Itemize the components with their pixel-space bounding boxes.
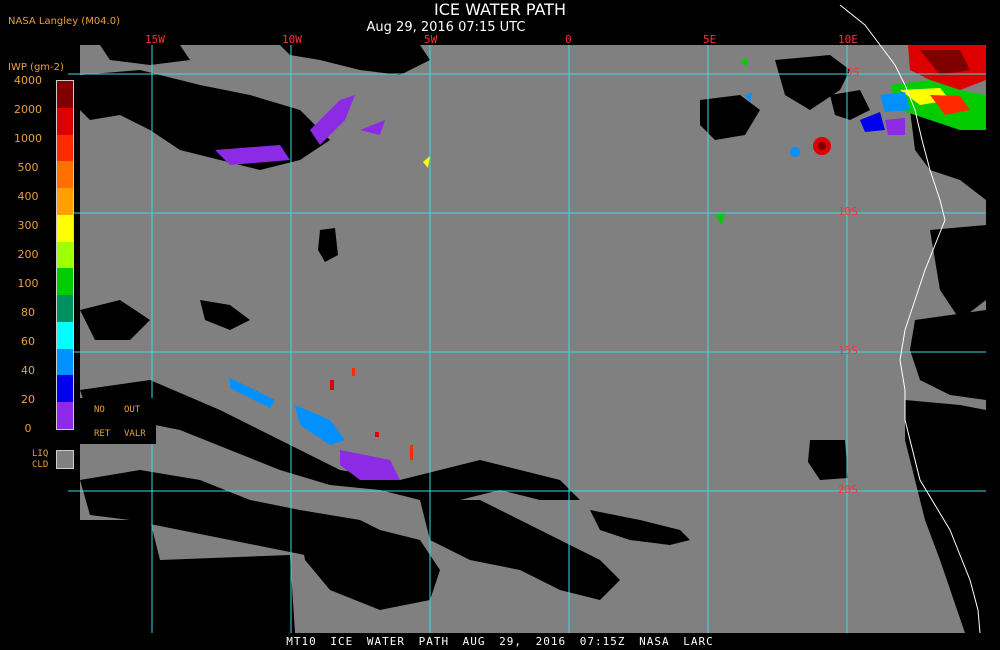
valr-label: VALR [124, 429, 146, 439]
color-swatch [57, 107, 73, 135]
color-swatch [57, 348, 73, 376]
legend-tick: 300 [17, 219, 39, 232]
color-swatch [57, 214, 73, 242]
legend-tick: 80 [21, 306, 35, 319]
color-scale-bar [56, 80, 74, 430]
color-swatch [57, 295, 73, 322]
no-label: NO [94, 405, 105, 415]
no-retrieval-legend: NO OUT RET VALR [80, 398, 156, 444]
lon-label-10w: 10W [282, 33, 302, 46]
color-swatch [57, 161, 73, 189]
out-label: OUT [124, 405, 141, 415]
satellite-map [68, 4, 986, 635]
lon-label-5w: 5W [424, 33, 438, 46]
color-swatch [57, 81, 73, 108]
lon-label-15w: 15W [145, 33, 165, 46]
legend-tick: 1000 [14, 132, 42, 145]
lon-label-0: 0 [565, 33, 572, 46]
legend-tick: 40 [21, 364, 35, 377]
legend-tick: 500 [17, 161, 39, 174]
color-swatch [57, 375, 73, 403]
legend-tick: 60 [21, 335, 35, 348]
legend-tick: 100 [17, 277, 39, 290]
lat-label-10s: 10S [838, 205, 858, 218]
lon-label-5e: 5E [703, 33, 717, 46]
liquid-cloud-label: LIQ CLD [32, 449, 49, 470]
color-swatch [57, 321, 73, 349]
color-swatch [57, 134, 73, 162]
color-swatch [57, 188, 73, 215]
organization-label: NASA Langley (M04.0) [8, 16, 120, 27]
color-swatch [57, 402, 73, 429]
legend-tick: 2000 [14, 103, 42, 116]
page-title: ICE WATER PATH [434, 0, 566, 19]
footer-caption: MT10 ICE WATER PATH AUG 29, 2016 07:15Z … [0, 634, 1000, 650]
legend-tick: 200 [17, 248, 39, 261]
timestamp: Aug 29, 2016 07:15 UTC [366, 20, 526, 35]
color-swatch [57, 268, 73, 296]
legend-tick: 0 [24, 422, 32, 435]
lon-label-10e: 10E [838, 33, 858, 46]
lat-label-20s: 20S [838, 483, 858, 496]
color-swatch [57, 241, 73, 269]
legend-title: IWP (gm-2) [8, 62, 64, 73]
liquid-cloud-swatch [56, 450, 74, 469]
lat-label-5s: 5S [846, 66, 860, 79]
legend-tick: 4000 [14, 74, 42, 87]
lat-label-15s: 15S [838, 344, 858, 357]
ret-label: RET [94, 429, 111, 439]
legend-tick: 400 [17, 190, 39, 203]
legend-tick: 20 [21, 393, 35, 406]
